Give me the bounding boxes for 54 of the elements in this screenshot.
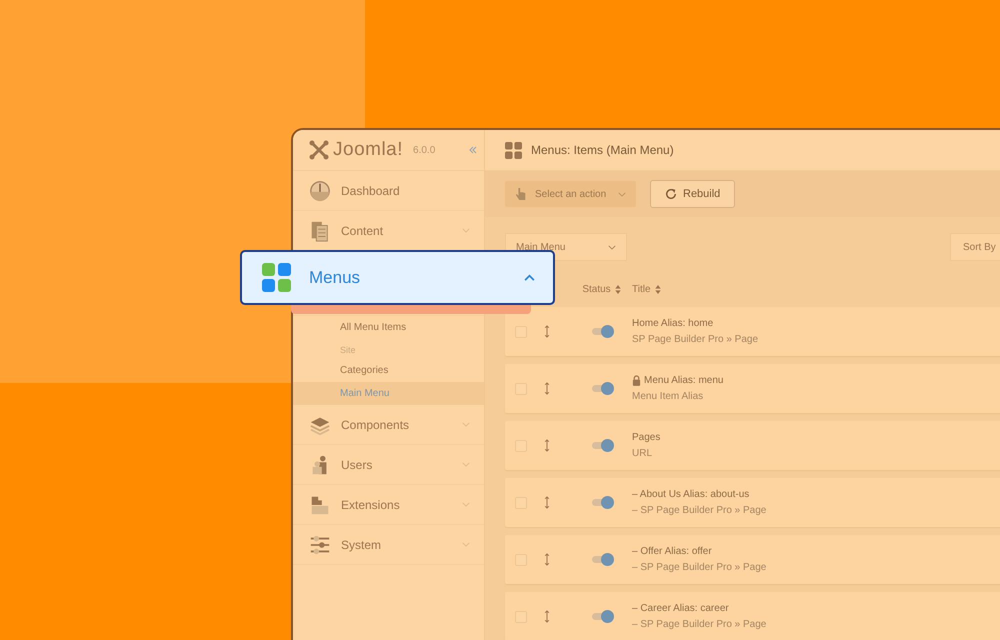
chevron-icon <box>618 192 626 196</box>
page-title: Menus: Items (Main Menu) <box>531 143 674 157</box>
logo-icon <box>309 140 329 160</box>
submenu-item[interactable]: Main Menu <box>293 382 484 405</box>
sort-icon <box>614 284 621 294</box>
drag-handle-icon[interactable] <box>544 382 550 395</box>
status-toggle[interactable] <box>592 385 612 392</box>
status-toggle[interactable] <box>592 499 612 506</box>
menus-callout[interactable]: Menus <box>240 250 555 305</box>
drag-handle-icon[interactable] <box>544 496 550 509</box>
status-toggle[interactable] <box>592 613 612 620</box>
version-label: 6.0.0 <box>413 144 436 156</box>
column-header[interactable]: Title <box>632 284 661 294</box>
sort-select[interactable]: Sort By <box>950 233 1000 261</box>
sidebar-item[interactable]: Extensions <box>293 485 484 525</box>
drag-handle-icon[interactable] <box>544 610 550 623</box>
sidebar-item[interactable]: Dashboard <box>293 171 484 211</box>
sidebar-item[interactable]: System <box>293 525 484 565</box>
item-title[interactable]: – Offer Alias: offer <box>632 546 712 557</box>
item-type: – SP Page Builder Pro » Page <box>632 619 766 630</box>
document-icon <box>309 220 331 242</box>
refresh-icon <box>665 188 677 200</box>
submenu-item[interactable]: All Menu Items <box>293 316 484 339</box>
hand-pointer-icon <box>515 187 527 201</box>
item-type: SP Page Builder Pro » Page <box>632 334 758 345</box>
sliders-icon <box>309 534 331 556</box>
grid-icon <box>505 142 522 158</box>
rebuild-button[interactable]: Rebuild <box>650 180 736 208</box>
item-title[interactable]: Pages <box>632 432 660 443</box>
item-type: URL <box>632 448 654 459</box>
item-type: – SP Page Builder Pro » Page <box>632 562 766 573</box>
item-title[interactable]: Menu Alias: menu <box>644 375 724 386</box>
submenu-item[interactable]: Categories <box>293 359 484 382</box>
drag-handle-icon[interactable] <box>544 439 550 452</box>
sidebar-item[interactable]: Components <box>293 405 484 445</box>
item-title[interactable]: – Career Alias: career <box>632 603 729 614</box>
status-toggle[interactable] <box>592 328 612 335</box>
column-header[interactable]: Status <box>571 284 632 294</box>
sort-icon <box>654 284 661 294</box>
brand-name: Joomla! <box>333 139 404 161</box>
chevron-icon <box>524 274 535 281</box>
grid-icon <box>262 262 292 292</box>
item-title[interactable]: – About Us Alias: about-us <box>632 489 750 500</box>
drag-handle-icon[interactable] <box>544 325 550 338</box>
gauge-icon <box>309 180 331 202</box>
sidebar-item[interactable]: Users <box>293 445 484 485</box>
chevron-icon <box>608 244 616 250</box>
status-toggle[interactable] <box>592 556 612 563</box>
item-title[interactable]: Home Alias: home <box>632 318 714 329</box>
drag-handle-icon[interactable] <box>544 553 550 566</box>
collapse-icon[interactable] <box>468 145 478 155</box>
item-type: – SP Page Builder Pro » Page <box>632 505 766 516</box>
item-type: Menu Item Alias <box>632 391 704 402</box>
status-toggle[interactable] <box>592 442 612 449</box>
